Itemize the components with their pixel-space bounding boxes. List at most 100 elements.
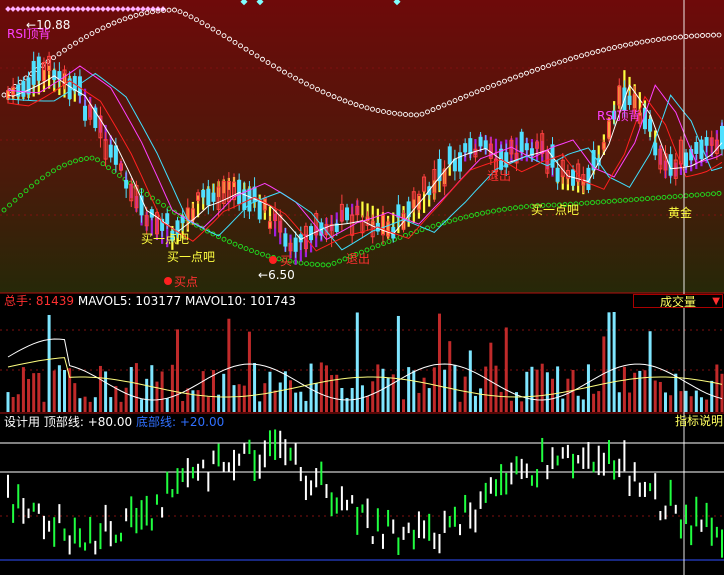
candle-body [396, 204, 401, 218]
price-low-label: ←6.50 [258, 268, 295, 282]
buy-signal-label-3: 买一点吧 [531, 203, 580, 217]
candle-body [648, 118, 653, 132]
volume-bar [607, 312, 611, 412]
volume-bar [253, 363, 257, 412]
oscillator-header: 设计用 顶部线: +80.00 底部线: +20.00 [4, 415, 224, 429]
volume-bar [335, 374, 339, 412]
candle-body [309, 226, 314, 241]
designer-label: 设计用 [4, 415, 41, 429]
volume-bar [129, 367, 133, 412]
top-line-label: 顶部线: [43, 415, 84, 429]
exit-signal-label-2: 退出 [487, 169, 512, 183]
volume-bar [52, 370, 56, 412]
volume-bar [150, 365, 154, 412]
mavol5-label: MAVOL5: [77, 294, 132, 308]
buy-dot [269, 256, 277, 264]
volume-bar [653, 380, 657, 412]
volume-bar [145, 378, 149, 412]
candle-body [165, 213, 170, 225]
candle-body [555, 167, 560, 182]
mavol10-label: MAVOL10: [184, 294, 247, 308]
golden-cross-label: 黄金 [668, 206, 693, 220]
volume-bar [391, 374, 395, 412]
volume-bar [119, 401, 123, 412]
candle-body [52, 70, 57, 80]
candle-body [283, 233, 288, 247]
oscillator-panel-background [0, 413, 724, 575]
candle-body [694, 141, 699, 154]
top-line-value: +80.00 [87, 415, 133, 429]
volume-bar [396, 315, 400, 412]
candle-body [463, 143, 468, 153]
volume-bar [294, 392, 298, 412]
volume-bar [576, 395, 580, 412]
volume-bar [376, 364, 380, 412]
volume-bar [561, 398, 565, 412]
volume-bar [366, 396, 370, 412]
volume-bar [504, 327, 508, 412]
bottom-line-value: +20.00 [179, 415, 225, 429]
volume-bar [535, 369, 539, 412]
volume-header: 总手: 81439 MAVOL5: 103177 MAVOL10: 101743 [4, 294, 296, 308]
volume-bar [242, 385, 246, 412]
candle-body [704, 137, 709, 146]
candle-body [468, 138, 473, 155]
volume-bar [402, 399, 406, 412]
candle-body [293, 237, 298, 252]
buy-label: 买 [280, 254, 293, 268]
volume-bar [134, 363, 138, 412]
volume-bar [643, 370, 647, 412]
volume-bar [6, 392, 10, 412]
volume-bar [463, 376, 467, 412]
candle-body [345, 207, 350, 221]
candle-body [31, 60, 36, 85]
buy-signal-label-2: 买一点吧 [167, 250, 216, 264]
volume-bar [304, 400, 308, 412]
volume-bar [196, 390, 200, 412]
volume-bar [32, 373, 36, 412]
candle-body [653, 142, 658, 156]
volume-bar [176, 329, 180, 412]
volume-bar [674, 373, 678, 412]
volume-bar [37, 372, 41, 412]
volume-bar [432, 367, 436, 412]
volume-bar [247, 331, 251, 412]
candle-body [83, 105, 88, 121]
indicator-select-dropdown[interactable]: 成交量 ▼ [633, 294, 723, 309]
volume-bar [545, 372, 549, 412]
volume-bar [437, 313, 441, 412]
volume-bar [381, 368, 385, 412]
candle-body [124, 179, 129, 189]
rsi-divergence-label-left: RSI顶背 [7, 27, 51, 41]
volume-bar [715, 364, 719, 412]
buy-point-dot [164, 277, 172, 285]
buy-signal-label-1: 买一点吧 [141, 232, 190, 246]
volume-bar [309, 363, 313, 412]
indicator-help-button[interactable]: 指标说明 [675, 414, 723, 428]
volume-bar [581, 399, 585, 412]
volume-bar [160, 371, 164, 412]
volume-bar [658, 381, 662, 412]
volume-bar [443, 369, 447, 412]
volume-bar [566, 378, 570, 412]
volume-bar [540, 363, 544, 412]
volume-bar [453, 364, 457, 412]
volume-bar [679, 391, 683, 412]
volume-bar [592, 393, 596, 412]
chevron-down-icon: ▼ [712, 296, 720, 307]
candle-body [108, 144, 113, 158]
volume-bar [114, 386, 118, 412]
chart-canvas[interactable] [0, 0, 724, 575]
volume-bar [684, 390, 688, 412]
candle-body [57, 71, 62, 80]
volume-bar [597, 391, 601, 412]
volume-bar [622, 366, 626, 412]
volume-bar [88, 401, 92, 412]
candle-body [113, 145, 118, 165]
buy-point-label: 买点 [174, 275, 199, 289]
volume-bar [268, 371, 272, 412]
volume-bar [479, 388, 483, 412]
volume-bar [689, 396, 693, 412]
volume-bar [170, 364, 174, 412]
volume-bar [299, 391, 303, 412]
